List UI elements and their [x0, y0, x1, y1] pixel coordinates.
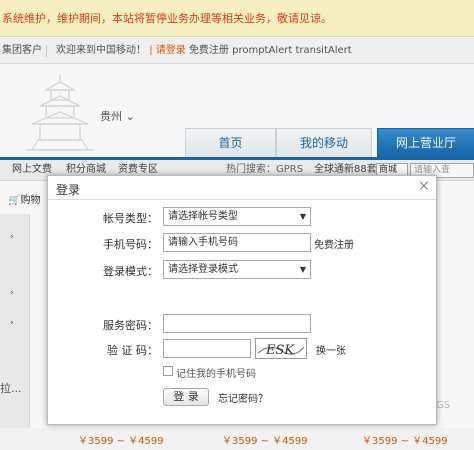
- service-password-input[interactable]: [163, 314, 311, 333]
- captcha-image[interactable]: ESK: [255, 338, 307, 359]
- register-link[interactable]: 免费注册: [314, 236, 354, 251]
- captcha-input[interactable]: [163, 339, 251, 358]
- dialog-title: 登录: [56, 183, 81, 197]
- phone-label: 手机号码：: [103, 238, 158, 251]
- login-dialog: 登录 × 帐号类型： 请选择帐号类型 ▼ 手机号码： 请输入手机号码 免费注册 登…: [47, 175, 437, 425]
- dropdown-caret-icon: ▼: [299, 265, 306, 274]
- dialog-title-bar: 登录 ×: [48, 176, 436, 200]
- login-mode-select[interactable]: 请选择登录模式 ▼: [163, 260, 311, 279]
- close-icon[interactable]: ×: [418, 178, 430, 194]
- svg-text:ESK: ESK: [265, 343, 295, 358]
- login-button[interactable]: 登 录: [163, 388, 209, 406]
- forgot-password-link[interactable]: 忘记密码？: [218, 390, 268, 405]
- account-type-label: 帐号类型：: [103, 212, 158, 225]
- remember-checkbox[interactable]: [163, 366, 173, 376]
- phone-input[interactable]: 请输入手机号码: [163, 233, 311, 252]
- refresh-captcha-link[interactable]: 换一张: [316, 342, 346, 357]
- dropdown-caret-icon: ▼: [299, 212, 306, 221]
- account-type-select[interactable]: 请选择帐号类型 ▼: [163, 207, 311, 226]
- login-mode-label: 登录模式：: [103, 265, 158, 278]
- remember-label: 记住我的手机号码: [176, 369, 256, 380]
- captcha-label: 验 证 码：: [107, 344, 158, 357]
- service-password-label: 服务密码：: [103, 319, 158, 332]
